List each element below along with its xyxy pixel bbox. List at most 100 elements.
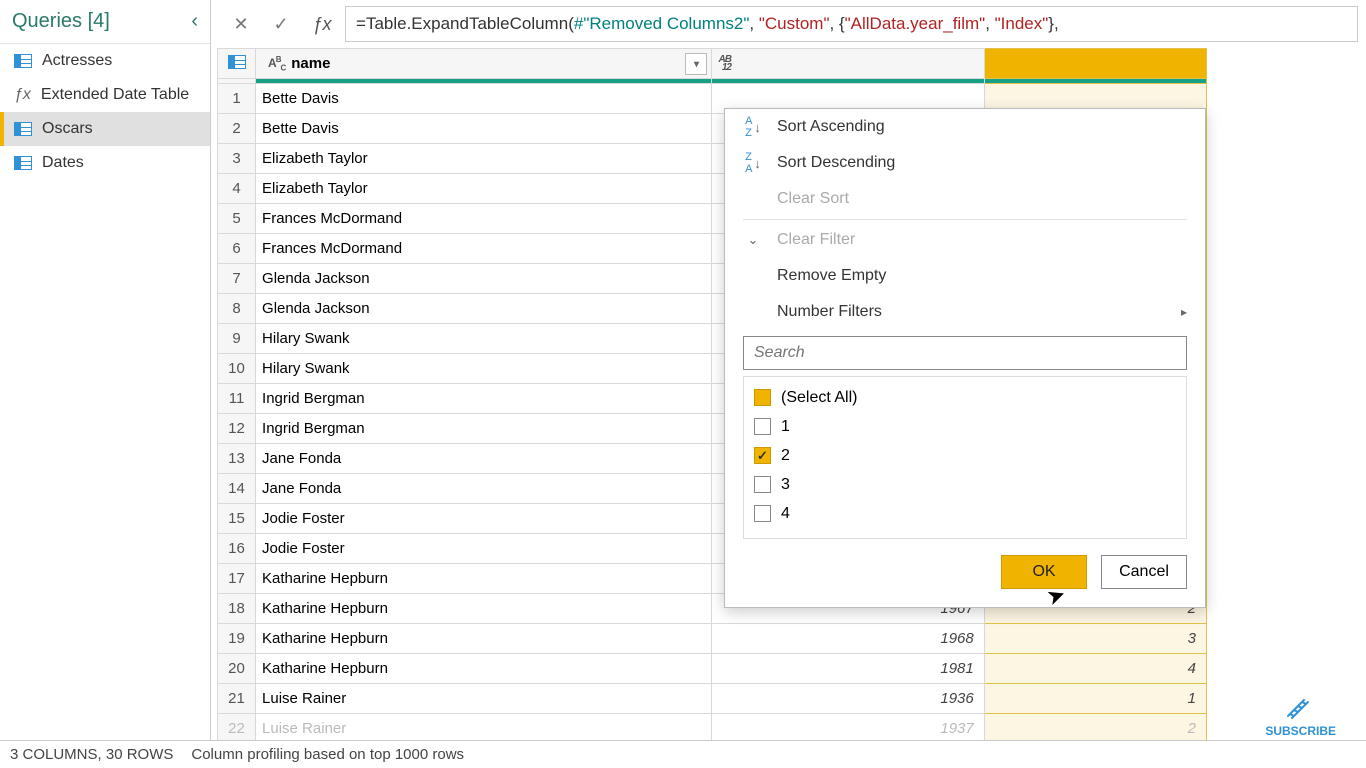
filter-checkbox[interactable] xyxy=(754,505,771,522)
select-all-row[interactable]: (Select All) xyxy=(754,383,1176,412)
row-number[interactable]: 1 xyxy=(218,84,256,114)
cell-index[interactable]: 4 xyxy=(984,654,1206,684)
cell-name[interactable]: Katharine Hepburn xyxy=(256,594,712,624)
query-item-oscars[interactable]: Oscars xyxy=(0,112,210,146)
cell-year[interactable]: 1936 xyxy=(712,684,984,714)
column-name-label: name xyxy=(291,55,330,72)
cell-name[interactable]: Ingrid Bergman xyxy=(256,384,712,414)
cell-name[interactable]: Ingrid Bergman xyxy=(256,414,712,444)
row-number[interactable]: 9 xyxy=(218,324,256,354)
table-row[interactable]: 19Katharine Hepburn19683 xyxy=(218,624,1207,654)
column-header-year[interactable]: AB12 xyxy=(712,49,984,79)
row-number[interactable]: 20 xyxy=(218,654,256,684)
cell-name[interactable]: Jane Fonda xyxy=(256,474,712,504)
row-number[interactable]: 13 xyxy=(218,444,256,474)
filter-option-label: 4 xyxy=(781,505,790,523)
formula-input[interactable]: = Table.ExpandTableColumn ( #"Removed Co… xyxy=(345,6,1358,42)
row-number[interactable]: 22 xyxy=(218,714,256,741)
filter-option-1[interactable]: 1 xyxy=(754,412,1176,441)
remove-empty-item[interactable]: Remove Empty xyxy=(725,258,1205,294)
cell-year[interactable]: 1981 xyxy=(712,654,984,684)
sort-descending-item[interactable]: ZA↓ Sort Descending xyxy=(725,145,1205,181)
cancel-button[interactable]: Cancel xyxy=(1101,555,1187,589)
cell-name[interactable]: Luise Rainer xyxy=(256,684,712,714)
collapse-queries-icon[interactable]: ‹ xyxy=(191,10,198,33)
cell-year[interactable]: 1937 xyxy=(712,714,984,741)
ok-button[interactable]: OK xyxy=(1001,555,1087,589)
cell-name[interactable]: Frances McDormand xyxy=(256,204,712,234)
cell-year[interactable]: 1968 xyxy=(712,624,984,654)
sort-desc-label: Sort Descending xyxy=(777,154,895,172)
table-row[interactable]: 20Katharine Hepburn19814 xyxy=(218,654,1207,684)
cell-name[interactable]: Luise Rainer xyxy=(256,714,712,741)
query-item-extended-date-table[interactable]: ƒxExtended Date Table xyxy=(0,78,210,112)
row-number[interactable]: 2 xyxy=(218,114,256,144)
table-row[interactable]: 21Luise Rainer19361 xyxy=(218,684,1207,714)
queries-title: Queries [4] xyxy=(12,10,110,33)
row-number[interactable]: 21 xyxy=(218,684,256,714)
filter-option-3[interactable]: 3 xyxy=(754,470,1176,499)
filter-option-2[interactable]: 2 xyxy=(754,441,1176,470)
row-number[interactable]: 15 xyxy=(218,504,256,534)
number-filters-item[interactable]: Number Filters xyxy=(725,294,1205,330)
row-number[interactable]: 10 xyxy=(218,354,256,384)
cell-name[interactable]: Hilary Swank xyxy=(256,324,712,354)
column-header-index[interactable] xyxy=(984,49,1206,79)
row-number[interactable]: 5 xyxy=(218,204,256,234)
cell-index[interactable]: 2 xyxy=(984,714,1206,741)
cell-name[interactable]: Katharine Hepburn xyxy=(256,654,712,684)
cancel-formula-button[interactable]: ✕ xyxy=(223,6,259,42)
table-corner[interactable] xyxy=(218,49,256,79)
cell-name[interactable]: Jane Fonda xyxy=(256,444,712,474)
cell-name[interactable]: Glenda Jackson xyxy=(256,294,712,324)
column-filter-dropdown-name[interactable]: ▾ xyxy=(685,53,707,75)
cell-name[interactable]: Elizabeth Taylor xyxy=(256,174,712,204)
cell-name[interactable]: Katharine Hepburn xyxy=(256,624,712,654)
row-number[interactable]: 14 xyxy=(218,474,256,504)
clear-filter-item: ⌄ Clear Filter xyxy=(725,222,1205,258)
select-all-checkbox[interactable] xyxy=(754,389,771,406)
fx-icon: ƒx xyxy=(303,14,341,35)
cell-name[interactable]: Hilary Swank xyxy=(256,354,712,384)
clear-filter-icon: ⌄ xyxy=(743,232,763,248)
row-number[interactable]: 11 xyxy=(218,384,256,414)
cell-name[interactable]: Glenda Jackson xyxy=(256,264,712,294)
cell-name[interactable]: Katharine Hepburn xyxy=(256,564,712,594)
commit-formula-button[interactable]: ✓ xyxy=(263,6,299,42)
cell-index[interactable]: 3 xyxy=(984,624,1206,654)
row-number[interactable]: 8 xyxy=(218,294,256,324)
filter-search-box[interactable] xyxy=(743,336,1187,370)
row-number[interactable]: 4 xyxy=(218,174,256,204)
column-header-name[interactable]: ABC name ▾ xyxy=(256,49,712,79)
query-item-actresses[interactable]: Actresses xyxy=(0,44,210,78)
row-number[interactable]: 16 xyxy=(218,534,256,564)
filter-checkbox[interactable] xyxy=(754,418,771,435)
cell-name[interactable]: Frances McDormand xyxy=(256,234,712,264)
query-item-dates[interactable]: Dates xyxy=(0,146,210,180)
cell-name[interactable]: Bette Davis xyxy=(256,84,712,114)
filter-search-input[interactable] xyxy=(754,344,1176,362)
row-number[interactable]: 7 xyxy=(218,264,256,294)
filter-menu: AZ↓ Sort Ascending ZA↓ Sort Descending C… xyxy=(724,108,1206,608)
table-row[interactable]: 22Luise Rainer19372 xyxy=(218,714,1207,741)
subscribe-badge[interactable]: SUBSCRIBE xyxy=(1265,692,1336,738)
row-number[interactable]: 12 xyxy=(218,414,256,444)
row-number[interactable]: 18 xyxy=(218,594,256,624)
cell-name[interactable]: Jodie Foster xyxy=(256,504,712,534)
cell-name[interactable]: Bette Davis xyxy=(256,114,712,144)
cell-name[interactable]: Jodie Foster xyxy=(256,534,712,564)
query-item-label: Extended Date Table xyxy=(41,86,189,104)
filter-checkbox[interactable] xyxy=(754,447,771,464)
filter-option-4[interactable]: 4 xyxy=(754,499,1176,528)
formula-eq: = xyxy=(356,14,366,34)
row-number[interactable]: 17 xyxy=(218,564,256,594)
cell-index[interactable]: 1 xyxy=(984,684,1206,714)
sort-ascending-item[interactable]: AZ↓ Sort Ascending xyxy=(725,109,1205,145)
filter-checkbox[interactable] xyxy=(754,476,771,493)
filter-option-label: 2 xyxy=(781,447,790,465)
row-number[interactable]: 3 xyxy=(218,144,256,174)
cell-name[interactable]: Elizabeth Taylor xyxy=(256,144,712,174)
row-number[interactable]: 6 xyxy=(218,234,256,264)
row-number[interactable]: 19 xyxy=(218,624,256,654)
filter-option-label: 3 xyxy=(781,476,790,494)
